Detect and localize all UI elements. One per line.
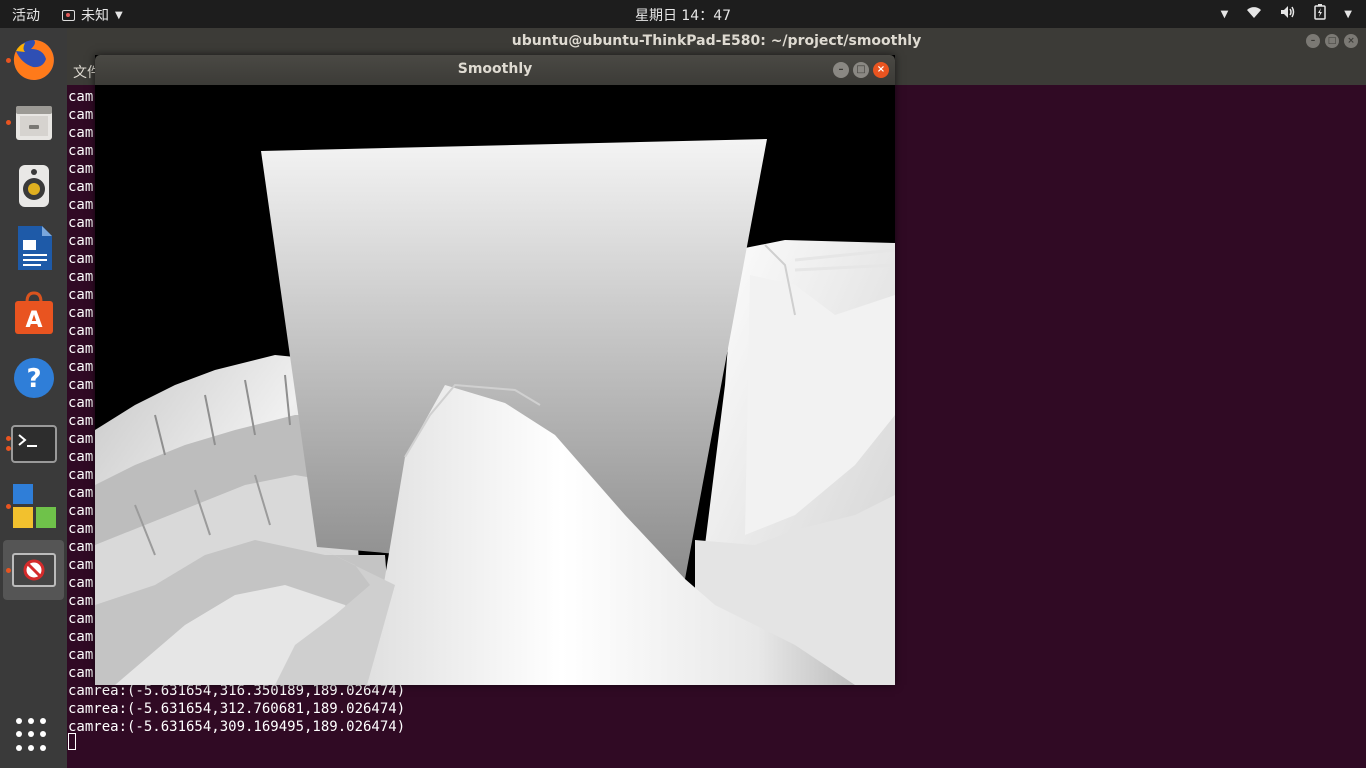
running-indicator bbox=[6, 120, 11, 125]
shopping-bag-icon: A bbox=[14, 291, 53, 334]
launcher-dock: A ? bbox=[0, 28, 67, 768]
terminal-line: cam bbox=[68, 215, 94, 231]
terminal-line: cam bbox=[68, 485, 94, 501]
terrain-scene bbox=[95, 85, 895, 685]
running-indicator bbox=[6, 58, 11, 63]
terminal-line: cam bbox=[68, 125, 94, 141]
close-button[interactable]: × bbox=[1344, 34, 1358, 48]
terminal-line: cam bbox=[68, 629, 94, 645]
terminal-line: cam bbox=[68, 287, 94, 303]
maximize-button[interactable]: □ bbox=[1325, 34, 1339, 48]
activities-button[interactable]: 活动 bbox=[12, 5, 40, 25]
minimize-button[interactable]: – bbox=[833, 62, 849, 78]
running-indicator bbox=[6, 446, 11, 451]
wifi-icon[interactable] bbox=[1246, 6, 1262, 23]
terminal-line: cam bbox=[68, 539, 94, 555]
files-icon bbox=[15, 106, 52, 140]
terminal-line: cam bbox=[68, 251, 94, 267]
terminal-line: cam bbox=[68, 89, 94, 105]
terminal-line: cam bbox=[68, 161, 94, 177]
terminal-line: cam bbox=[68, 323, 94, 339]
launcher-smoothly[interactable] bbox=[3, 540, 64, 600]
close-button[interactable]: × bbox=[873, 62, 889, 78]
terminal-line: cam bbox=[68, 305, 94, 321]
smoothly-window[interactable]: Smoothly – □ × bbox=[95, 55, 895, 685]
terminal-line: cam bbox=[68, 557, 94, 573]
power-menu-icon[interactable]: ▼ bbox=[1344, 9, 1352, 20]
terminal-line: cam bbox=[68, 341, 94, 357]
blocked-icon bbox=[11, 553, 56, 587]
show-applications-button[interactable] bbox=[16, 718, 50, 752]
terminal-line: cam bbox=[68, 575, 94, 591]
volume-icon[interactable] bbox=[1280, 5, 1296, 23]
terminal-line: cam bbox=[68, 647, 94, 663]
terminal-line: cam bbox=[68, 179, 94, 195]
terminal-line: cam bbox=[68, 269, 94, 285]
launcher-firefox[interactable] bbox=[3, 30, 64, 90]
network-wired-icon[interactable]: ▼ bbox=[1221, 9, 1229, 20]
smoothly-titlebar[interactable]: Smoothly – □ × bbox=[95, 55, 895, 85]
running-indicator bbox=[6, 504, 11, 509]
launcher-software[interactable]: A bbox=[3, 283, 64, 343]
terminal-line: cam bbox=[68, 431, 94, 447]
system-tray[interactable]: ▼ ▼ bbox=[1221, 4, 1352, 24]
svg-text:A: A bbox=[25, 308, 42, 333]
terminal-line: cam bbox=[68, 107, 94, 123]
running-indicator bbox=[6, 436, 11, 441]
firefox-icon bbox=[13, 40, 54, 80]
launcher-unknown-app[interactable] bbox=[3, 476, 64, 536]
battery-icon[interactable] bbox=[1314, 4, 1327, 24]
terminal-line: camrea:(-5.631654,309.169495,189.026474) bbox=[68, 719, 406, 735]
help-icon: ? bbox=[13, 358, 54, 398]
launcher-writer[interactable] bbox=[3, 218, 64, 278]
launcher-files[interactable] bbox=[3, 92, 64, 152]
running-indicator bbox=[6, 568, 11, 573]
terminal-titlebar[interactable]: ubuntu@ubuntu-ThinkPad-E580: ~/project/s… bbox=[67, 28, 1366, 56]
app-menu[interactable]: 未知 ▼ bbox=[62, 5, 123, 25]
svg-text:?: ? bbox=[26, 364, 41, 394]
terminal-title: ubuntu@ubuntu-ThinkPad-E580: ~/project/s… bbox=[511, 33, 922, 49]
app-blocks-icon bbox=[12, 484, 56, 528]
terminal-line: cam bbox=[68, 521, 94, 537]
terminal-line: cam bbox=[68, 233, 94, 249]
terminal-line: cam bbox=[68, 503, 94, 519]
top-panel: 活动 未知 ▼ 星期日 14：47 ▼ ▼ bbox=[0, 0, 1366, 28]
launcher-help[interactable]: ? bbox=[3, 348, 64, 408]
terminal-line: cam bbox=[68, 611, 94, 627]
terminal-line: cam bbox=[68, 395, 94, 411]
launcher-terminal[interactable] bbox=[3, 414, 64, 474]
terminal-cursor bbox=[68, 733, 76, 750]
maximize-button[interactable]: □ bbox=[853, 62, 869, 78]
terminal-line: cam bbox=[68, 593, 94, 609]
terminal-line: cam bbox=[68, 665, 94, 681]
app-window-icon bbox=[62, 9, 75, 21]
clock[interactable]: 星期日 14：47 bbox=[635, 8, 731, 24]
terminal-line: cam bbox=[68, 449, 94, 465]
launcher-rhythmbox[interactable] bbox=[3, 156, 64, 216]
terminal-line: cam bbox=[68, 377, 94, 393]
render-viewport[interactable] bbox=[95, 85, 895, 685]
smoothly-title: Smoothly bbox=[457, 61, 533, 77]
speaker-icon bbox=[18, 165, 49, 207]
terminal-line: cam bbox=[68, 197, 94, 213]
terminal-line: cam bbox=[68, 413, 94, 429]
terminal-line: cam bbox=[68, 467, 94, 483]
terminal-line: cam bbox=[68, 359, 94, 375]
terminal-icon bbox=[10, 425, 57, 463]
terminal-line: cam bbox=[68, 143, 94, 159]
app-menu-label: 未知 bbox=[81, 8, 109, 24]
terminal-line: camrea:(-5.631654,312.760681,189.026474) bbox=[68, 701, 406, 717]
minimize-button[interactable]: – bbox=[1306, 34, 1320, 48]
document-icon bbox=[17, 226, 52, 270]
chevron-down-icon: ▼ bbox=[115, 9, 123, 21]
